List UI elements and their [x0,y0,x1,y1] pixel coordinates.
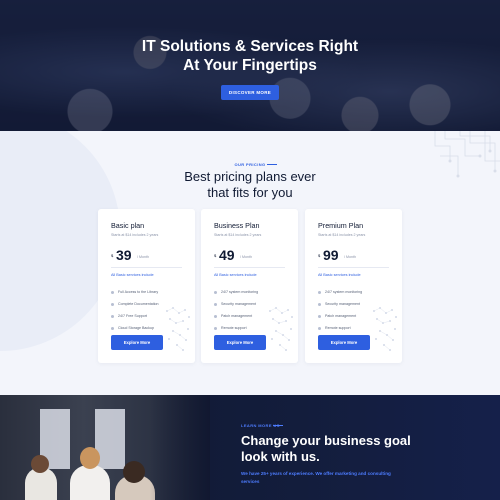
bullet-icon [214,302,217,306]
hero-title-line2: At Your Fingertips [183,57,317,74]
bullet-icon [318,326,321,330]
kicker-line [267,163,277,165]
dots-decoration-icon [166,307,190,351]
pricing-title-line2: that fits for you [207,185,293,200]
price-currency: $ [111,253,114,258]
feature-item: Patch management [318,310,362,322]
includes-label: All Basic services include [318,273,361,277]
kicker-line [273,424,283,426]
team-photo [0,395,210,500]
divider [111,267,182,268]
pricing-kicker: OUR PRICING [234,162,266,167]
feature-item: Complete Documentation [111,298,159,310]
feature-item: Security management [318,298,362,310]
price-period: / Month [137,255,149,259]
about-section: LEARN MORE US Change your business goal … [0,395,500,500]
feature-item: Patch management [214,310,258,322]
feature-item: Remote support [318,322,362,334]
divider [214,267,285,268]
pricing-card-premium: Premium Plan Starts at $14 includes 2 ye… [305,209,402,363]
bullet-icon [111,326,114,330]
plan-name: Premium Plan [318,221,364,230]
plan-subtitle: Starts at $14 includes 2 years [318,233,366,237]
feature-item: Security management [214,298,258,310]
divider [318,267,389,268]
feature-item: 24/7 system monitoring [214,286,258,298]
plan-name: Business Plan [214,221,260,230]
includes-label: All Basic services include [111,273,154,277]
feature-item: Remote support [214,322,258,334]
bullet-icon [214,290,217,294]
pricing-card-business: Business Plan Starts at $14 includes 2 y… [201,209,298,363]
bullet-icon [214,326,217,330]
hero-section: IT Solutions & Services Right At Your Fi… [0,0,500,131]
hero-title: IT Solutions & Services Right At Your Fi… [0,37,500,75]
price-currency: $ [214,253,217,258]
plan-subtitle: Starts at $14 includes 2 years [214,233,262,237]
feature-list: Full Access to the Library Complete Docu… [111,286,159,334]
dots-decoration-icon [269,307,293,351]
explore-more-button[interactable]: Explore More [318,335,370,350]
bullet-icon [318,314,321,318]
price-period: / Month [344,255,356,259]
discover-more-button[interactable]: DISCOVER MORE [221,85,279,100]
price-amount: 39 [116,247,132,263]
dots-decoration-icon [373,307,397,351]
price-amount: 49 [219,247,235,263]
price-currency: $ [318,253,321,258]
price-period: / Month [240,255,252,259]
plan-name: Basic plan [111,221,145,230]
feature-item: Cloud Storage Backup [111,322,159,334]
bullet-icon [214,314,217,318]
feature-item: Full Access to the Library [111,286,159,298]
pricing-title: Best pricing plans ever that fits for yo… [0,169,500,201]
feature-list: 24/7 system monitoring Security manageme… [318,286,362,334]
explore-more-button[interactable]: Explore More [111,335,163,350]
bullet-icon [111,314,114,318]
pricing-card-basic: Basic plan Starts at $14 includes 2 year… [98,209,195,363]
explore-more-button[interactable]: Explore More [214,335,266,350]
hero-title-line1: IT Solutions & Services Right [141,38,359,55]
bullet-icon [111,302,114,306]
about-title: Change your business goal look with us. [241,433,411,464]
bullet-icon [318,302,321,306]
pricing-title-line1: Best pricing plans ever [184,169,316,184]
bullet-icon [318,290,321,294]
includes-label: All Basic services include [214,273,257,277]
plan-subtitle: Starts at $14 includes 2 years [111,233,159,237]
price-amount: 99 [323,247,339,263]
feature-item: 24/7 Free Support [111,310,159,322]
bullet-icon [111,290,114,294]
feature-list: 24/7 system monitoring Security manageme… [214,286,258,334]
pricing-section: OUR PRICING Best pricing plans ever that… [0,131,500,395]
about-subtitle: We have 25+ years of experience. We offe… [241,471,391,484]
feature-item: 24/7 system monitoring [318,286,362,298]
